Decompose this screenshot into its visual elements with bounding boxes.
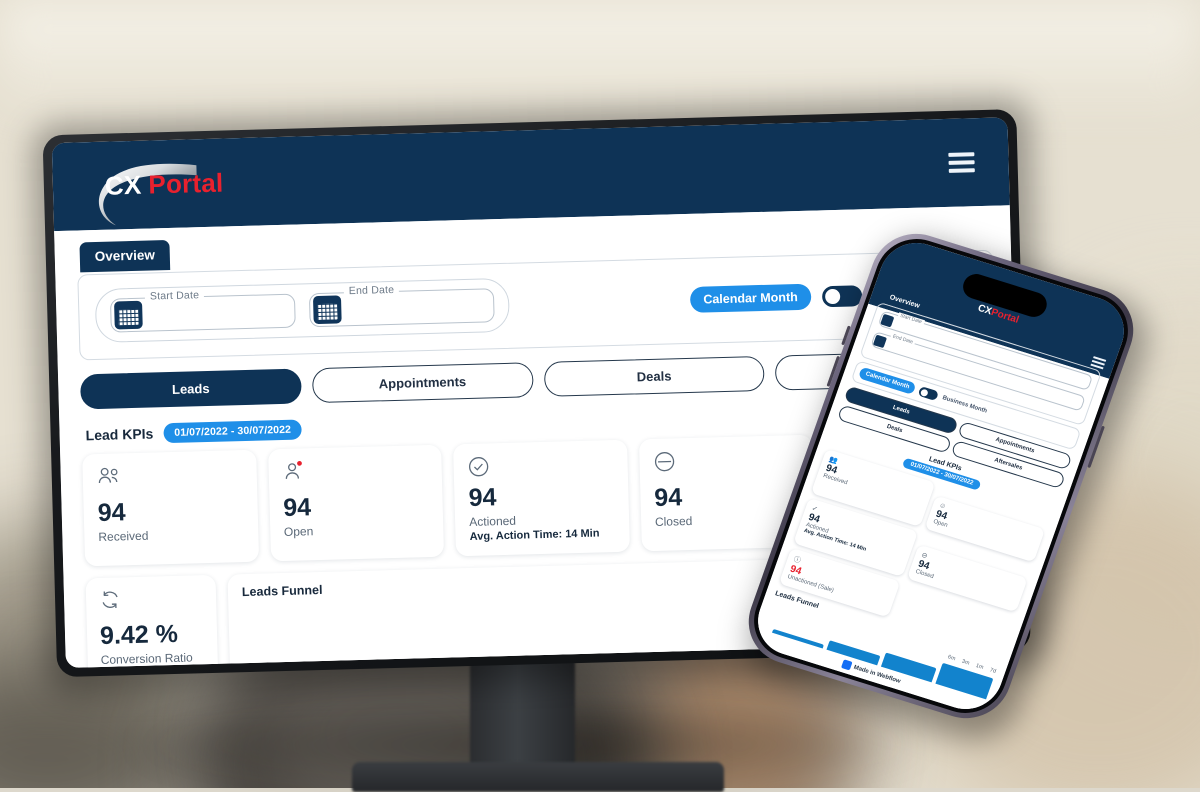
mini-kpi-stack: 9.42 % Conversion Ratio (%) [85,574,222,668]
tab-deals[interactable]: Deals [543,355,765,397]
mini-kpi-label: Conversion Ratio (%) [100,650,193,668]
kpi-value: 94 [97,498,126,528]
chart-ytick-label: 30 [244,667,273,668]
hamburger-icon[interactable] [948,152,975,173]
kpi-label: Actioned [469,513,517,529]
webflow-icon [840,659,853,671]
phone-range-3m[interactable]: 3m [961,659,970,667]
tab-leads[interactable]: Leads [79,368,302,410]
logo-text-cx: CX [104,169,142,201]
start-date-label: Start Date [144,289,205,303]
phone-range-1m[interactable]: 1m [975,663,984,671]
person-alert-icon [282,457,428,485]
phone-month-type-switch[interactable] [917,386,940,402]
background-highlight [0,0,1200,120]
end-date-label: End Date [343,283,400,298]
minus-circle-icon [653,447,799,475]
logo-text: CX Portal [104,167,223,201]
calendar-icon [114,300,143,330]
people-icon [96,462,242,490]
kpi-label: Received [98,528,149,545]
kpi-sub-label: Avg. Action Time: 14 Min [469,527,600,543]
calendar-icon [880,313,895,327]
calendar-month-chip[interactable]: Calendar Month [689,283,812,313]
calendar-icon [873,334,888,348]
kpi-section-title: Lead KPIs [85,425,154,444]
logo-text-portal: Portal [147,167,224,200]
phone-range-6m[interactable]: 6m [947,654,956,662]
kpi-card-open[interactable]: 94 Open [267,444,445,562]
calendar-icon [312,295,342,325]
kpi-date-range-badge: 01/07/2022 - 30/07/2022 [163,419,303,444]
hamburger-line [948,152,975,157]
start-date-field[interactable]: Start Date [109,289,296,333]
phone-range-7d[interactable]: 7d [989,667,997,674]
kpi-label: Open [283,524,314,539]
mini-kpi-conversion-ratio[interactable]: 9.42 % Conversion Ratio (%) [85,574,219,668]
kpi-value: 94 [468,483,497,512]
tab-overview[interactable]: Overview [79,239,171,273]
app-logo: CX Portal [82,163,224,225]
phone-business-month-label[interactable]: Business Month [941,395,987,414]
month-type-switch[interactable] [821,284,863,307]
kpi-card-actioned[interactable]: 94 Actioned Avg. Action Time: 14 Min [453,439,630,557]
kpi-value: 94 [282,493,312,522]
kpi-value: 94 [653,483,683,512]
switch-knob [919,387,929,397]
hamburger-line [948,168,975,173]
refresh-icon [99,586,204,613]
date-range-group: Start Date End Date [94,277,511,343]
kpi-card-received[interactable]: 94 Received [82,449,259,567]
switch-knob [824,288,840,304]
tab-appointments[interactable]: Appointments [311,362,534,404]
phone-kpi-cards: 👥 94 Received ☺ 94 Open ✓ 94 Actioned Av… [778,448,1050,653]
end-date-field[interactable]: End Date [308,283,495,328]
check-circle-icon [468,452,614,480]
hamburger-line [948,160,975,165]
phone-chart-bar [772,628,825,649]
mini-kpi-value: 9.42 % [99,619,179,650]
